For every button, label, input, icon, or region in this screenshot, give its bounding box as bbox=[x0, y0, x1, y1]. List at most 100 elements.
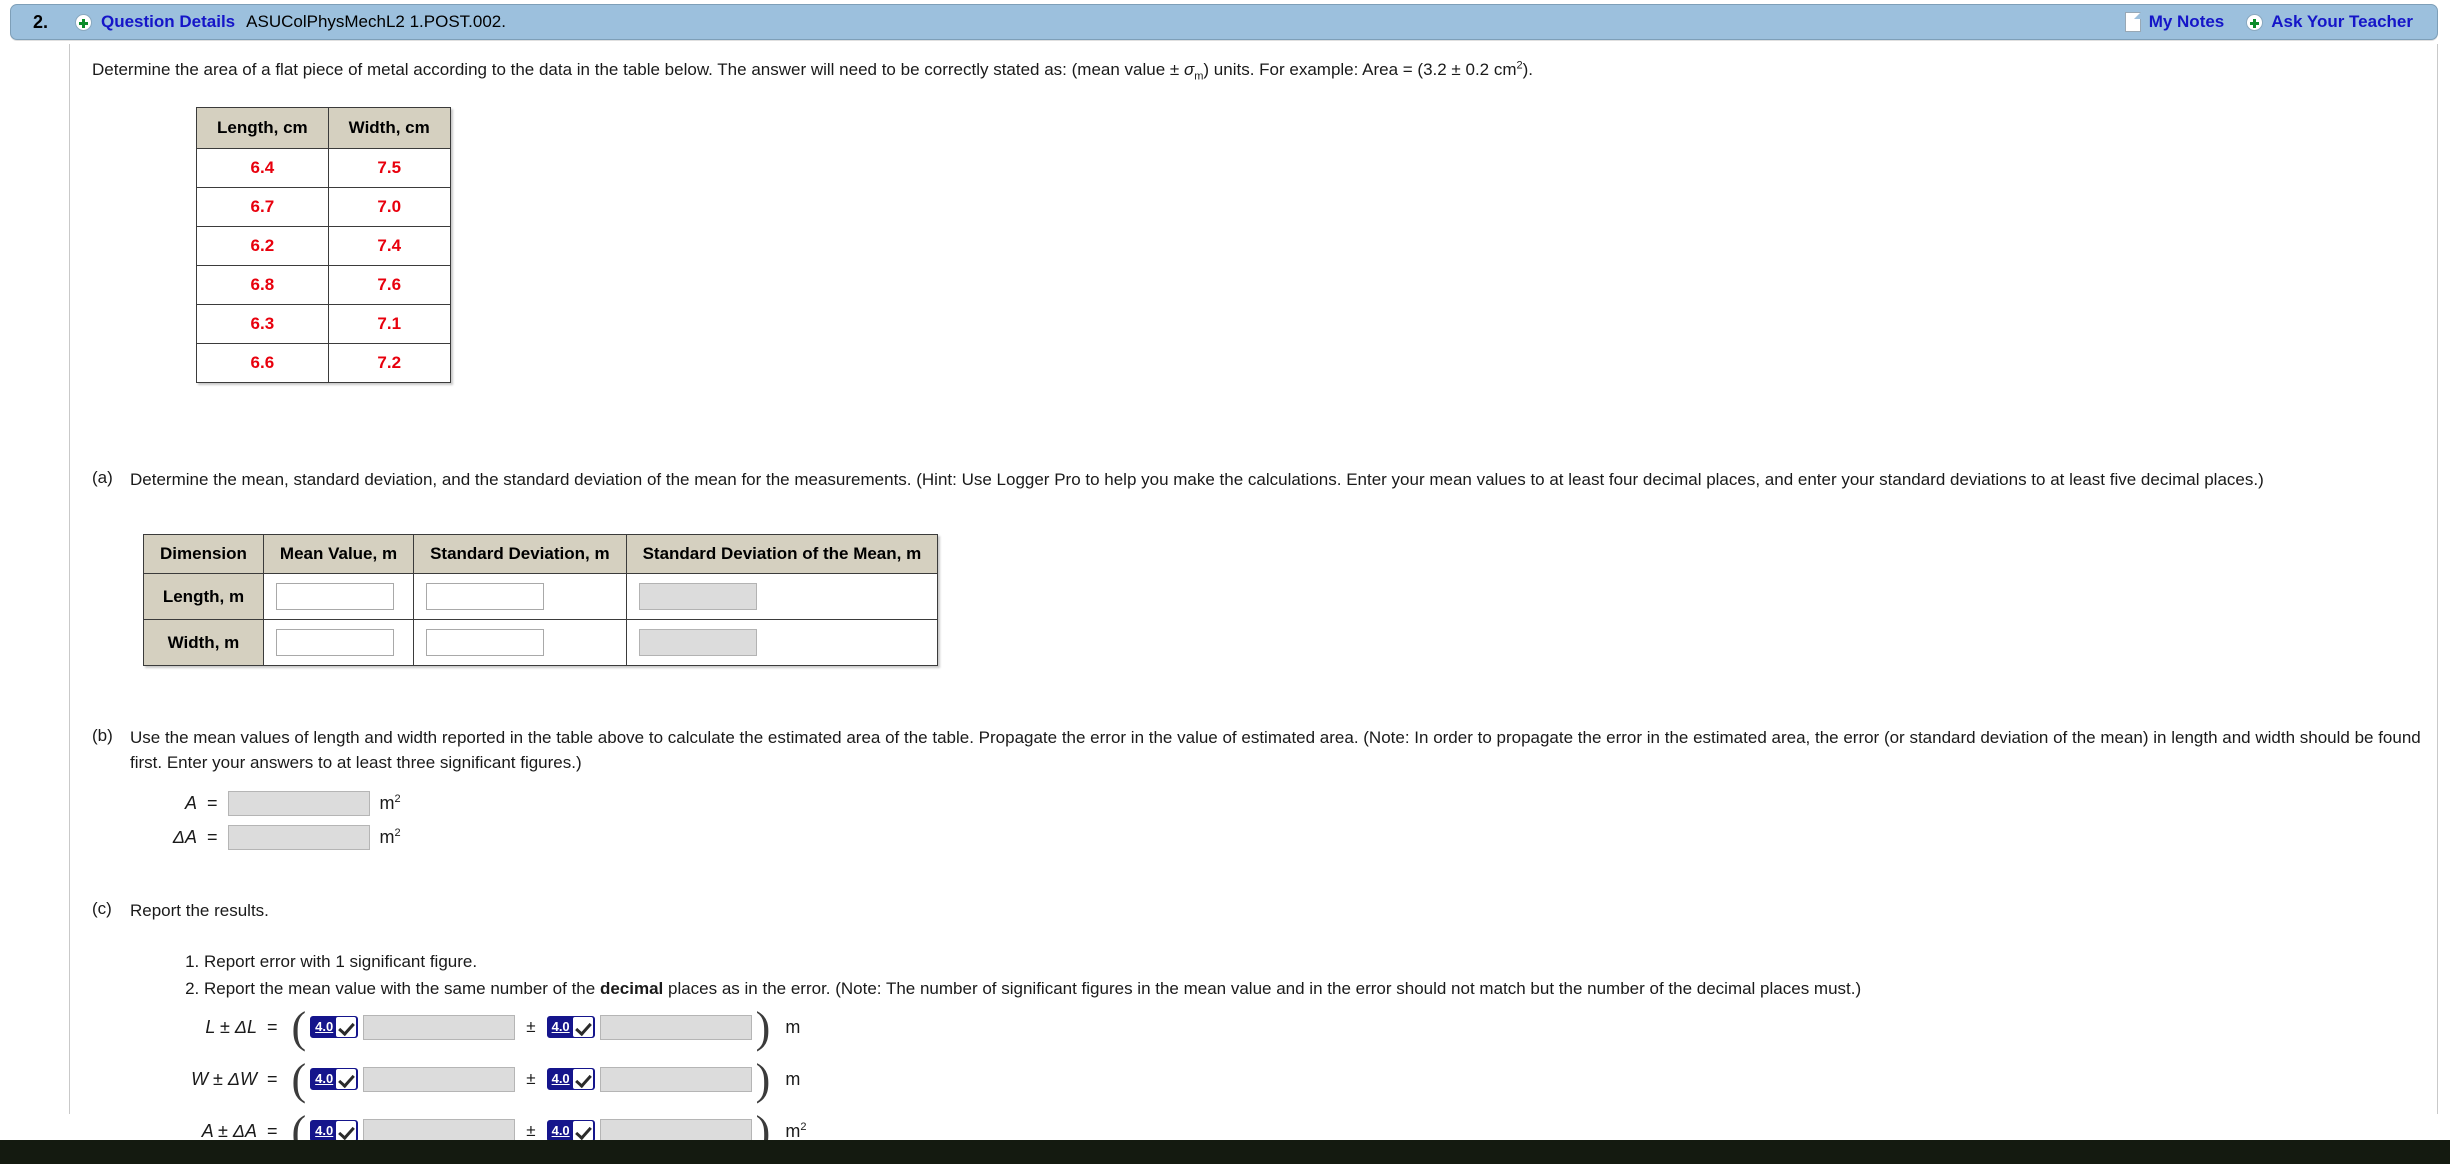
part-b-block: (b) Use the mean values of length and wi… bbox=[92, 726, 2422, 775]
width-mean-result-input[interactable] bbox=[363, 1066, 516, 1092]
intro-part-3: ). bbox=[1522, 60, 1534, 79]
table-row: 6.2 7.4 bbox=[196, 226, 451, 266]
sigma-symbol: σ bbox=[1183, 60, 1195, 79]
cell-length-mean bbox=[262, 573, 415, 620]
sig-fig-badge[interactable]: 4.0 bbox=[546, 1068, 595, 1090]
length-mean-value-input[interactable] bbox=[275, 583, 394, 610]
question-intro-text: Determine the area of a flat piece of me… bbox=[92, 58, 2412, 84]
checkmark-icon bbox=[336, 1069, 357, 1089]
cell-width: 7.0 bbox=[327, 187, 451, 227]
question-page: 2. Question Details ASUColPhysMechL2 1.P… bbox=[0, 0, 2450, 1164]
list-item-pre: Report the mean value with the same numb… bbox=[204, 978, 600, 998]
col-header-mean-value: Mean Value, m bbox=[262, 534, 415, 574]
part-b-label: (b) bbox=[92, 726, 113, 745]
header-actions: My Notes Ask Your Teacher bbox=[2124, 12, 2413, 32]
checkmark-icon bbox=[336, 1017, 357, 1037]
area-result-symbol: A ± ΔA bbox=[201, 1120, 257, 1141]
width-std-dev-input[interactable] bbox=[426, 629, 545, 656]
part-c-instruction-list: Report error with 1 significant figure. … bbox=[172, 948, 1861, 1003]
result-row-width: W ± ΔW = ( 4.0 ± 4.0 ) m bbox=[143, 1053, 806, 1105]
length-mean-result-input[interactable] bbox=[363, 1014, 516, 1040]
cell-width: 7.1 bbox=[327, 304, 451, 344]
list-item-post: places as in the error. (Note: The numbe… bbox=[663, 978, 1862, 998]
area-unit-exponent: 2 bbox=[800, 1120, 807, 1133]
table-row: Length, m bbox=[143, 573, 939, 620]
table-row: 6.4 7.5 bbox=[196, 148, 451, 188]
question-details-link[interactable]: Question Details bbox=[101, 12, 235, 32]
part-c-result-rows: L ± ΔL = ( 4.0 ± 4.0 ) m W ± ΔW = ( 4.0 bbox=[143, 1001, 806, 1157]
sig-fig-badge[interactable]: 4.0 bbox=[310, 1068, 359, 1090]
cell-length: 6.6 bbox=[196, 343, 329, 383]
part-b-answers: A = m2 ΔA = m2 bbox=[143, 786, 401, 854]
cell-width-stddev bbox=[413, 619, 627, 666]
equals-sign: = bbox=[267, 1016, 278, 1037]
length-unit-base: m bbox=[785, 1016, 801, 1037]
table-row: Width, m bbox=[143, 619, 939, 666]
list-item: Report error with 1 significant figure. bbox=[204, 950, 1861, 975]
plus-circle-icon[interactable] bbox=[75, 13, 92, 31]
note-page-icon[interactable] bbox=[2124, 12, 2141, 32]
sig-fig-value: 4.0 bbox=[315, 1123, 334, 1138]
question-number: 2. bbox=[33, 11, 49, 32]
page-right-rule bbox=[2437, 44, 2438, 1114]
delta-area-unit-base: m bbox=[379, 826, 395, 847]
width-std-dev-mean-input[interactable] bbox=[638, 629, 757, 656]
length-result-unit: m bbox=[785, 1017, 800, 1038]
cell-length: 6.2 bbox=[196, 226, 329, 266]
cell-width-mean bbox=[262, 619, 415, 666]
delta-area-symbol: ΔA bbox=[172, 826, 197, 847]
table-header-row: Length, cm Width, cm bbox=[196, 107, 451, 149]
cell-length: 6.4 bbox=[196, 148, 329, 188]
cell-width: 7.4 bbox=[327, 226, 451, 266]
length-std-dev-input[interactable] bbox=[426, 583, 545, 610]
part-a-block: (a) Determine the mean, standard deviati… bbox=[92, 468, 2422, 493]
sig-fig-badge[interactable]: 4.0 bbox=[310, 1120, 359, 1142]
cell-width: 7.5 bbox=[327, 148, 451, 188]
col-header-standard-deviation: Standard Deviation, m bbox=[413, 534, 627, 574]
cell-width-stddev-mean bbox=[625, 619, 939, 666]
equals-sign: = bbox=[207, 826, 218, 847]
delta-area-value-input[interactable] bbox=[227, 824, 370, 850]
equals-sign: = bbox=[267, 1120, 278, 1141]
sig-fig-value: 4.0 bbox=[551, 1019, 570, 1034]
area-symbol: A bbox=[184, 792, 197, 813]
table-row: 6.6 7.2 bbox=[196, 343, 451, 383]
sig-fig-badge[interactable]: 4.0 bbox=[546, 1120, 595, 1142]
cell-length-stddev bbox=[413, 573, 627, 620]
intro-part-1: Determine the area of a flat piece of me… bbox=[92, 60, 1184, 79]
question-code: ASUColPhysMechL2 1.POST.002. bbox=[246, 12, 506, 31]
part-c-label: (c) bbox=[92, 899, 112, 918]
table-row: 6.3 7.1 bbox=[196, 304, 451, 344]
length-std-dev-mean-input[interactable] bbox=[638, 583, 757, 610]
my-notes-link[interactable]: My Notes bbox=[2149, 12, 2225, 32]
table-row: 6.8 7.6 bbox=[196, 265, 451, 305]
plus-minus-sign: ± bbox=[526, 1069, 536, 1088]
sig-fig-value: 4.0 bbox=[315, 1071, 334, 1086]
plus-minus-sign: ± bbox=[526, 1121, 536, 1140]
cell-length: 6.7 bbox=[196, 187, 329, 227]
width-mean-value-input[interactable] bbox=[275, 629, 394, 656]
cell-length: 6.8 bbox=[196, 265, 329, 305]
table-row: 6.7 7.0 bbox=[196, 187, 451, 227]
width-result-symbol: W ± ΔW bbox=[191, 1068, 257, 1089]
delta-area-unit: m2 bbox=[380, 827, 401, 848]
width-result-unit: m bbox=[785, 1069, 800, 1090]
length-error-result-input[interactable] bbox=[599, 1014, 752, 1040]
question-header-bar: 2. Question Details ASUColPhysMechL2 1.P… bbox=[10, 4, 2438, 40]
page-left-rule bbox=[69, 44, 70, 1114]
part-c-block: (c) Report the results. bbox=[92, 899, 2422, 924]
ask-your-teacher-link[interactable]: Ask Your Teacher bbox=[2271, 12, 2413, 32]
checkmark-icon bbox=[572, 1069, 593, 1089]
row-header-length: Length, m bbox=[143, 573, 264, 620]
ask-teacher-plus-icon[interactable] bbox=[2246, 13, 2264, 31]
sig-fig-badge[interactable]: 4.0 bbox=[546, 1016, 595, 1038]
checkmark-icon bbox=[336, 1121, 357, 1141]
area-value-input[interactable] bbox=[227, 790, 370, 816]
cell-length: 6.3 bbox=[196, 304, 329, 344]
delta-area-unit-exponent: 2 bbox=[394, 826, 401, 839]
col-header-standard-deviation-mean: Standard Deviation of the Mean, m bbox=[625, 534, 939, 574]
page-bottom-edge bbox=[0, 1140, 2450, 1164]
width-error-result-input[interactable] bbox=[599, 1066, 752, 1092]
sig-fig-value: 4.0 bbox=[315, 1019, 334, 1034]
sig-fig-badge[interactable]: 4.0 bbox=[310, 1016, 359, 1038]
